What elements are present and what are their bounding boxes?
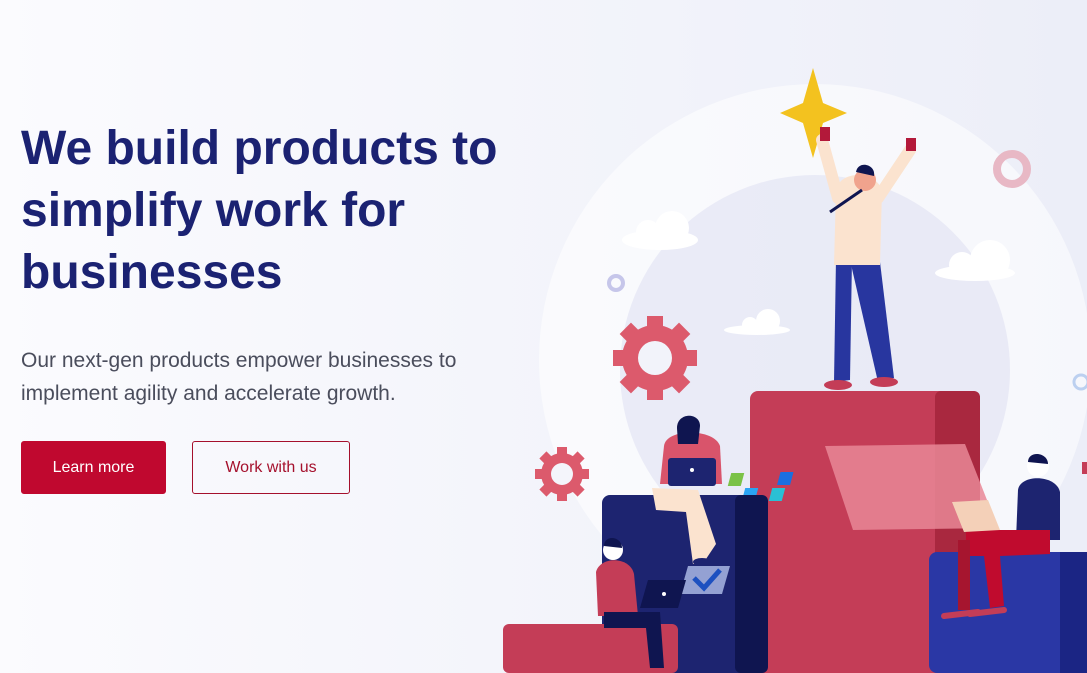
hero-actions: Learn more Work with us [21,441,350,494]
learn-more-button[interactable]: Learn more [21,441,166,494]
work-with-us-button[interactable]: Work with us [192,441,350,494]
hero-text: We build products to simplify work for b… [21,118,541,410]
decorative-mark [1082,462,1087,474]
hero-subtitle: Our next-gen products empower businesses… [21,349,457,405]
hero-illustration [503,68,1087,673]
hero-headline: We build products to simplify work for b… [21,122,498,299]
gear-icon [613,316,697,400]
checkmark-icon [680,566,730,594]
gear-icon [535,447,589,501]
